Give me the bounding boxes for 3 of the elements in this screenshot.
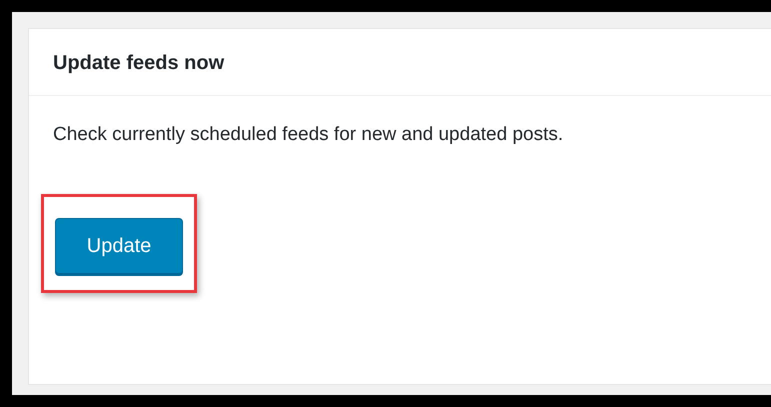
panel-title: Update feeds now — [29, 29, 771, 96]
update-button[interactable]: Update — [55, 218, 183, 274]
description-text: Check currently scheduled feeds for new and updated posts. — [53, 124, 564, 146]
